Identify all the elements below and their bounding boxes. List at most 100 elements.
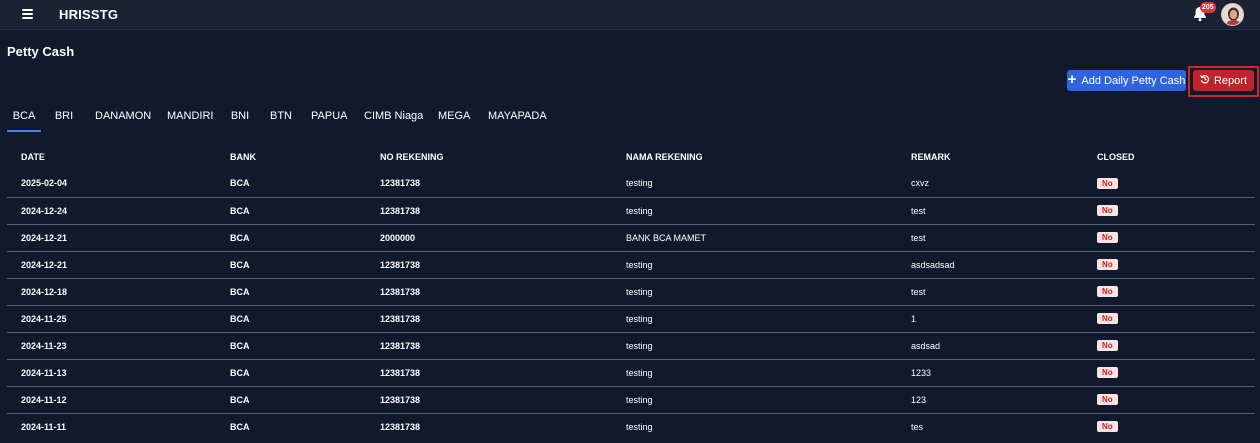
header-no-rekening[interactable]: NO REKENING — [366, 143, 612, 170]
table-row[interactable]: 2024-11-13 BCA 12381738 testing 1233 No — [7, 358, 1255, 386]
cell-no-rekening: 12381738 — [366, 331, 612, 359]
cell-bank: BCA — [216, 223, 366, 251]
cell-remark: test — [897, 223, 1083, 251]
tab-bca[interactable]: BCA — [7, 104, 41, 132]
cell-date: 2024-12-21 — [7, 250, 216, 278]
cell-date: 2024-11-23 — [7, 331, 216, 359]
cell-remark: 1233 — [897, 358, 1083, 386]
cell-bank: BCA — [216, 196, 366, 224]
table-row[interactable]: 2025-02-04 BCA 12381738 testing cxvz No — [7, 170, 1255, 197]
closed-status-badge: No — [1097, 286, 1118, 297]
table-row[interactable]: 2024-12-21 BCA 2000000 BANK BCA MAMET te… — [7, 223, 1255, 251]
cell-nama-rekening: BANK BCA MAMET — [612, 223, 897, 251]
cell-remark: test — [897, 196, 1083, 224]
header-date[interactable]: DATE — [7, 143, 216, 170]
cell-no-rekening: 12381738 — [380, 178, 421, 189]
cell-nama-rekening: testing — [612, 277, 897, 305]
cell-remark: asdsad — [897, 331, 1083, 359]
cell-nama-rekening: testing — [626, 178, 653, 189]
cell-closed: No — [1083, 170, 1255, 197]
report-button[interactable]: Report — [1193, 70, 1254, 91]
cell-closed: No — [1083, 196, 1255, 224]
plus-icon: + — [1067, 71, 1077, 88]
cell-remark: 1 — [897, 304, 1083, 332]
cell-bank: BCA — [216, 331, 366, 359]
closed-status-badge: No — [1097, 259, 1118, 270]
cell-date: 2024-12-21 — [7, 223, 216, 251]
cell-date: 2024-11-13 — [7, 358, 216, 386]
header-closed[interactable]: CLOSED — [1083, 143, 1255, 170]
add-button-label: Add Daily Petty Cash — [1081, 74, 1186, 87]
tab-mandiri[interactable]: MANDIRI — [167, 104, 213, 132]
tab-btn[interactable]: BTN — [270, 104, 292, 132]
app-title: HRISSTG — [59, 7, 119, 22]
cell-closed: No — [1083, 223, 1255, 251]
table-header-row: DATE BANK NO REKENING NAMA REKENING REMA… — [7, 143, 1255, 170]
tab-mega[interactable]: MEGA — [438, 104, 470, 132]
cell-nama-rekening: testing — [612, 196, 897, 224]
cell-date: 2024-11-12 — [7, 385, 216, 413]
table-row[interactable]: 2024-12-24 BCA 12381738 testing test No — [7, 196, 1255, 224]
cell-date: 2024-11-25 — [7, 304, 216, 332]
cell-bank: BCA — [230, 178, 250, 189]
cell-remark: cxvz — [911, 178, 929, 189]
header-bank[interactable]: BANK — [216, 143, 366, 170]
closed-status-badge: No — [1097, 205, 1118, 216]
table-row[interactable]: 2024-11-11 BCA 12381738 testing tes No — [7, 412, 1255, 440]
tab-bni[interactable]: BNI — [230, 104, 250, 132]
cell-closed: No — [1083, 331, 1255, 359]
notification-badge: 205 — [1200, 2, 1216, 13]
header-remark[interactable]: REMARK — [897, 143, 1083, 170]
menu-icon[interactable] — [22, 8, 33, 20]
cell-no-rekening: 12381738 — [366, 304, 612, 332]
cell-nama-rekening: testing — [612, 304, 897, 332]
cell-remark: asdsadsad — [897, 250, 1083, 278]
cell-no-rekening: 2000000 — [366, 223, 612, 251]
table-row[interactable]: 2024-11-23 BCA 12381738 testing asdsad N… — [7, 331, 1255, 359]
cell-closed: No — [1083, 250, 1255, 278]
table-row[interactable]: 2024-12-18 BCA 12381738 testing test No — [7, 277, 1255, 305]
cell-no-rekening: 12381738 — [366, 250, 612, 278]
cell-nama-rekening: testing — [612, 250, 897, 278]
table-row[interactable]: 2024-11-12 BCA 12381738 testing 123 No — [7, 385, 1255, 413]
cell-bank: BCA — [216, 304, 366, 332]
cell-closed: No — [1083, 385, 1255, 413]
cell-no-rekening: 12381738 — [366, 385, 612, 413]
report-button-label: Report — [1213, 74, 1248, 87]
table-row[interactable]: 2024-12-21 BCA 12381738 testing asdsadsa… — [7, 250, 1255, 278]
closed-status-badge: No — [1097, 177, 1118, 189]
cell-nama-rekening: testing — [612, 331, 897, 359]
cell-bank: BCA — [216, 412, 366, 440]
tab-mayapada[interactable]: MAYAPADA — [488, 104, 547, 132]
page-title: Petty Cash — [7, 44, 75, 59]
closed-status-badge: No — [1097, 313, 1118, 324]
bank-tabs: BCA BRI DANAMON MANDIRI BNI BTN PAPUA CI… — [7, 104, 1255, 132]
cell-date: 2024-11-11 — [7, 412, 216, 440]
cell-closed: No — [1083, 277, 1255, 305]
cell-remark: 123 — [897, 385, 1083, 413]
cell-remark: test — [897, 277, 1083, 305]
closed-status-badge: No — [1097, 232, 1118, 243]
cell-no-rekening: 12381738 — [366, 196, 612, 224]
tab-danamon[interactable]: DANAMON — [95, 104, 151, 132]
add-daily-petty-cash-button[interactable]: + Add Daily Petty Cash — [1067, 70, 1186, 91]
petty-cash-table: DATE BANK NO REKENING NAMA REKENING REMA… — [7, 143, 1255, 440]
cell-bank: BCA — [216, 277, 366, 305]
cell-nama-rekening: testing — [612, 412, 897, 440]
cell-bank: BCA — [216, 250, 366, 278]
tab-papua[interactable]: PAPUA — [311, 104, 347, 132]
cell-closed: No — [1083, 304, 1255, 332]
cell-bank: BCA — [216, 358, 366, 386]
tab-bri[interactable]: BRI — [53, 104, 75, 132]
header-nama-rekening[interactable]: NAMA REKENING — [612, 143, 897, 170]
tab-cimb-niaga[interactable]: CIMB Niaga — [364, 104, 423, 132]
closed-status-badge: No — [1097, 394, 1118, 405]
avatar[interactable] — [1221, 3, 1244, 26]
cell-no-rekening: 12381738 — [366, 358, 612, 386]
cell-date: 2025-02-04 — [21, 178, 68, 189]
cell-nama-rekening: testing — [612, 358, 897, 386]
cell-no-rekening: 12381738 — [366, 412, 612, 440]
cell-bank: BCA — [216, 385, 366, 413]
table-row[interactable]: 2024-11-25 BCA 12381738 testing 1 No — [7, 304, 1255, 332]
closed-status-badge: No — [1097, 340, 1118, 351]
